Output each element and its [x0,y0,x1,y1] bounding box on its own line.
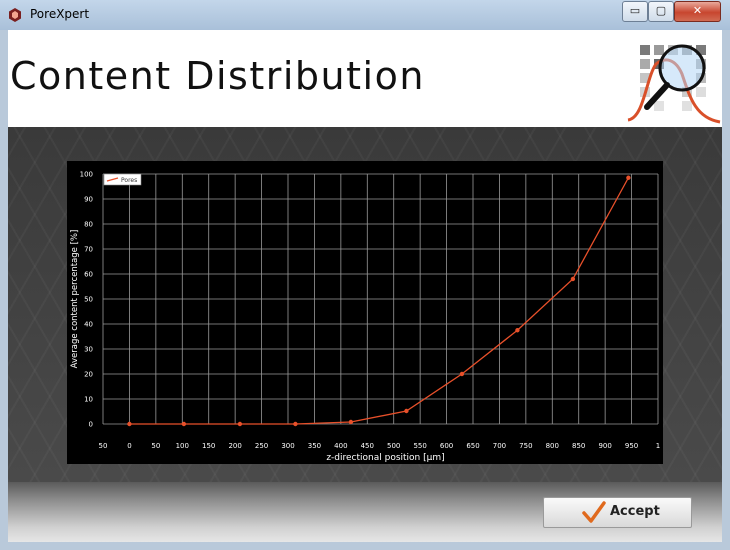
x-tick-label: 350 [308,442,321,450]
x-tick-label: 700 [493,442,506,450]
y-axis-label: Average content percentage [%] [70,230,80,369]
data-point [459,371,465,377]
series-line-pores [129,177,629,425]
content-distribution-chart: 50 0 50 100 150 200 250 300 350 400 450 500 550 600 65… [70,171,660,464]
window-title: PoreXpert [30,7,90,21]
y-tick-label: 60 [84,271,93,279]
x-tick-label: 650 [466,442,479,450]
accept-label: Accept [610,504,660,519]
y-tick-label: 50 [84,296,93,304]
x-tick-label: 50 [99,442,108,450]
x-tick-label: 250 [255,442,268,450]
y-tick-label: 70 [84,246,93,254]
chart-panel: 50 0 50 100 150 200 250 300 350 400 450 500 550 600 65… [67,161,663,464]
data-point [515,328,520,333]
footer: Accept [8,482,722,542]
x-tick-label: 50 [151,442,160,450]
minimize-button[interactable]: ▭ [622,1,648,22]
x-tick-label: 100 [176,442,189,450]
x-tick-label: 550 [413,442,426,450]
y-tick-label: 90 [84,196,93,204]
title-bar[interactable]: PoreXpert ▭ ▢ ✕ [0,0,730,30]
data-point [626,175,631,180]
x-tick-label: 450 [361,442,374,450]
x-tick-label: 750 [519,442,532,450]
x-tick-label: 500 [387,442,400,450]
content-distribution-magnifier-icon [627,44,721,124]
x-tick-label: 1 [656,442,660,450]
data-point [293,421,298,427]
x-tick-label: 800 [546,442,559,450]
y-tick-label: 0 [89,421,93,429]
x-tick-label: 600 [440,442,453,450]
maximize-button[interactable]: ▢ [648,1,674,22]
data-point [404,408,409,414]
data-point [570,276,576,282]
minimize-icon: ▭ [629,4,641,17]
y-tick-label: 40 [84,321,93,329]
x-tick-label: 200 [228,442,241,450]
x-tick-label: 850 [572,442,585,450]
x-tick-label: 400 [334,442,347,450]
accept-button[interactable]: Accept [543,497,692,528]
data-point [237,421,243,427]
page-title: Content Distribution [10,54,425,98]
client-area: Content Distribution 50 0 50 100 150 200… [8,30,722,542]
x-tick-label: 150 [202,442,215,450]
header: Content Distribution [8,30,722,127]
porexpert-app-icon [9,8,21,22]
data-point [181,421,187,427]
data-point [348,419,354,425]
x-tick-label: 900 [598,442,611,450]
close-icon: ✕ [692,4,703,17]
y-tick-label: 100 [80,171,93,179]
y-tick-label: 30 [84,346,93,354]
checkmark-icon [582,501,606,523]
x-tick-label: 300 [281,442,294,450]
data-point [127,421,132,427]
x-tick-label: 950 [625,442,638,450]
y-tick-label: 80 [84,221,93,229]
x-axis-label: z-directional position [µm] [326,453,444,463]
x-tick-label: 0 [127,442,131,450]
y-tick-label: 10 [84,396,93,404]
legend-label: Pores [121,177,137,184]
close-button[interactable]: ✕ [674,1,721,22]
y-tick-label: 20 [84,371,93,379]
app-window: PoreXpert ▭ ▢ ✕ Content Distribution 50 … [0,0,730,550]
maximize-icon: ▢ [655,4,667,17]
